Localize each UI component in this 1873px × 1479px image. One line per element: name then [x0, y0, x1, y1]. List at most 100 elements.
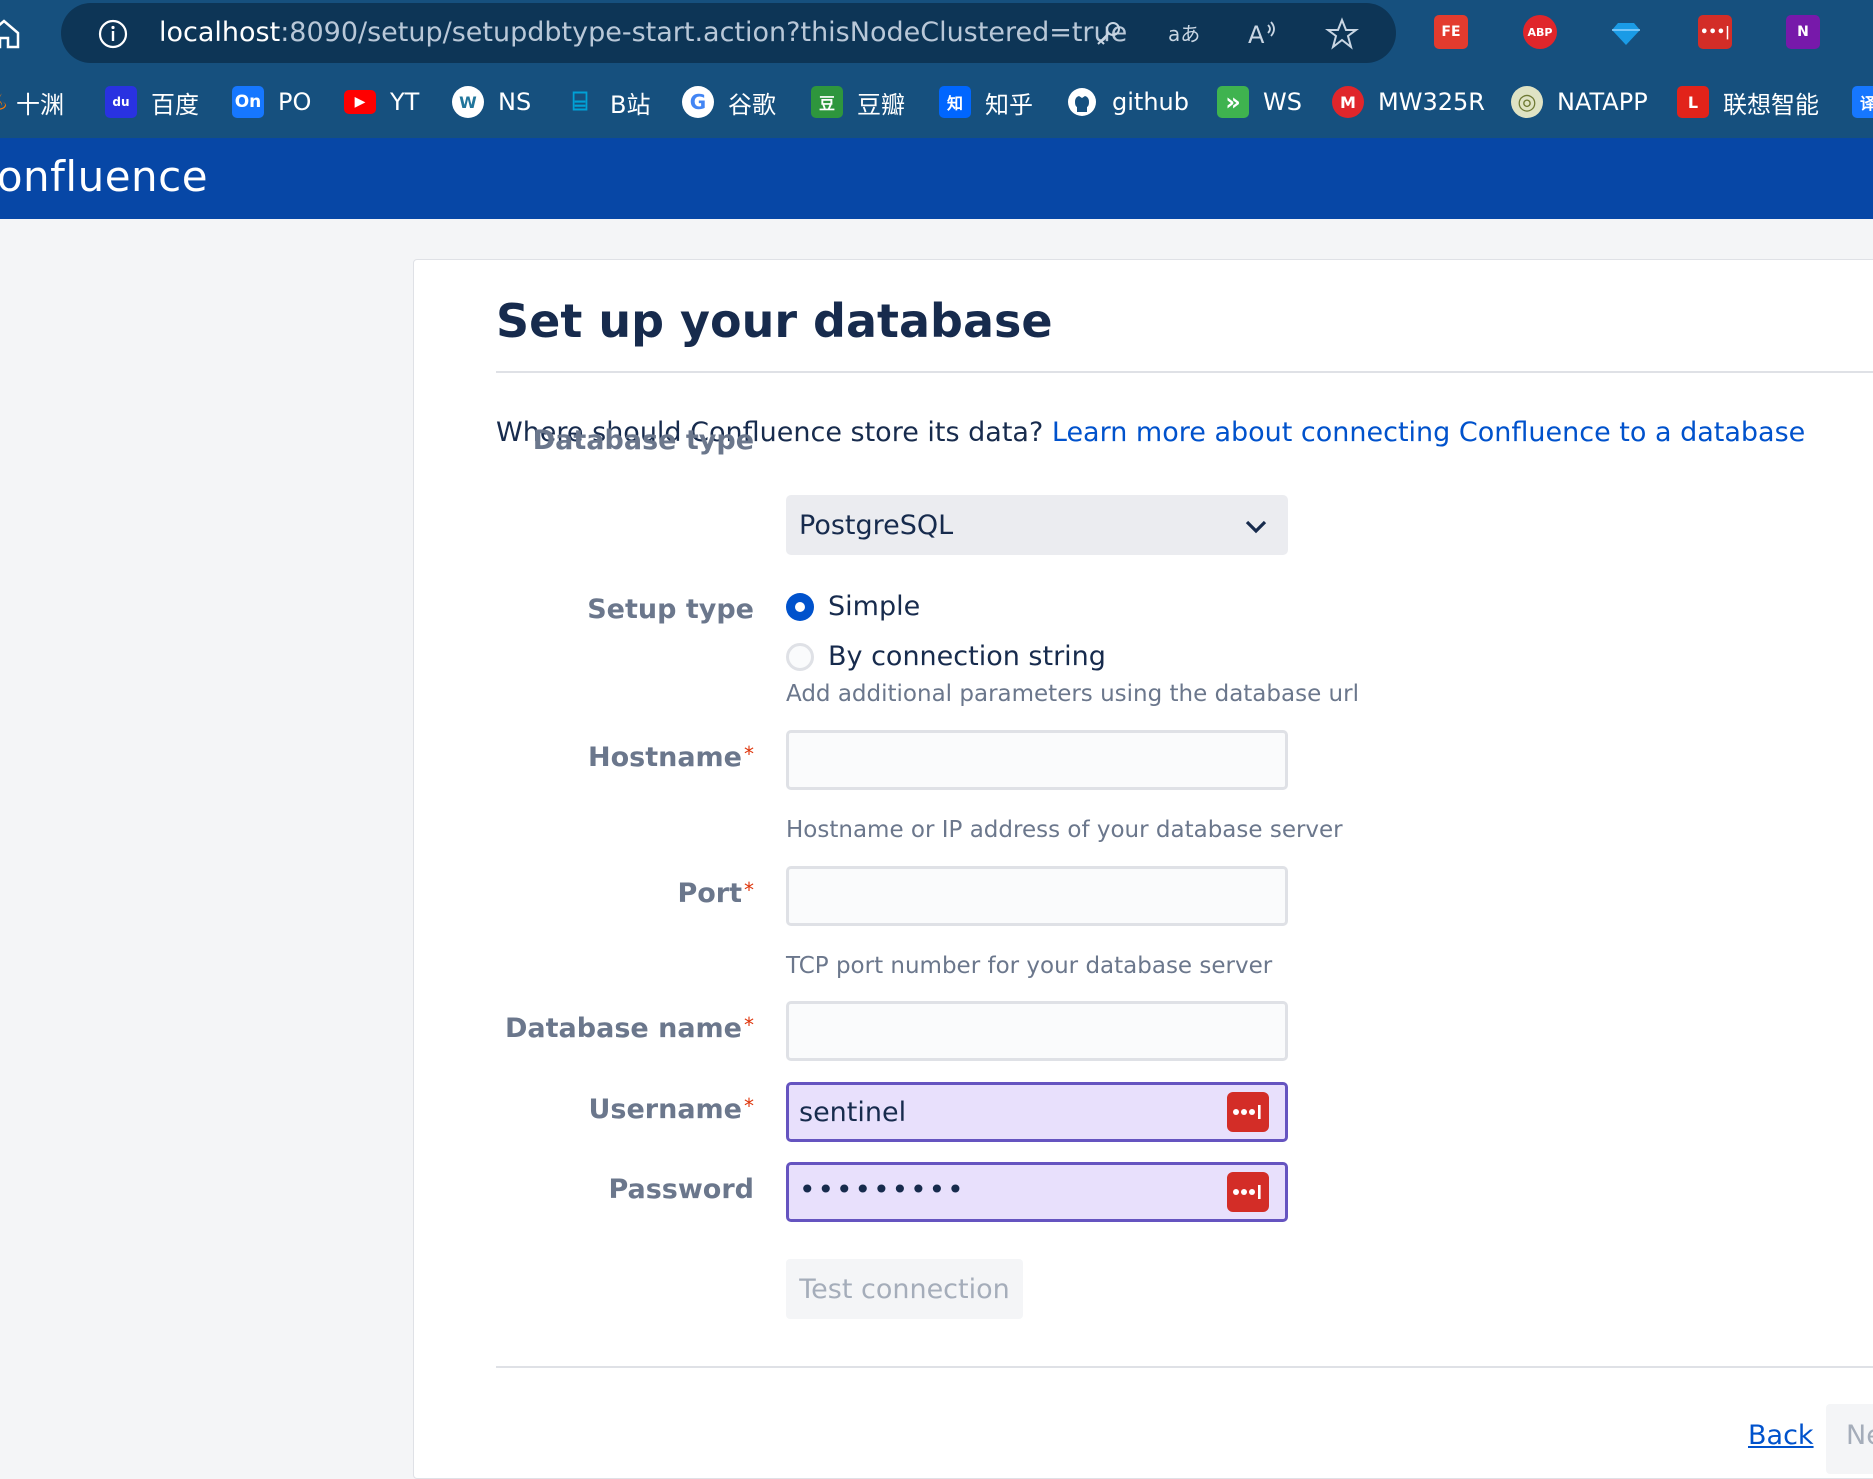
label-text: Port: [677, 878, 742, 909]
radio-label: By connection string: [828, 641, 1106, 672]
test-connection-button[interactable]: Test connection: [786, 1259, 1023, 1319]
lastpass-fill-icon[interactable]: [1227, 1092, 1269, 1132]
lastpass-dots-icon: [1233, 1105, 1261, 1119]
database-type-value: PostgreSQL: [799, 510, 954, 541]
bookmark-label: github: [1112, 88, 1189, 116]
github-icon: [1068, 88, 1096, 116]
url-host: localhost: [159, 17, 281, 48]
database-type-label: Database type: [533, 425, 754, 456]
bookmark-google[interactable]: G 谷歌: [682, 84, 776, 120]
lastpass-icon[interactable]: •••|: [1698, 15, 1732, 49]
radio-checked-icon[interactable]: [786, 592, 814, 621]
bookmark-natapp[interactable]: ◎ NATAPP: [1511, 84, 1648, 120]
radio-simple[interactable]: Simple: [786, 591, 920, 622]
svg-text:A: A: [1248, 21, 1265, 49]
bookmark-label: 知乎: [985, 90, 1033, 119]
bookmark-yt[interactable]: ▶ YT: [344, 84, 419, 120]
divider: [496, 1366, 1873, 1368]
svg-text:aあ: aあ: [1168, 22, 1200, 46]
password-value: •••••••••: [799, 1173, 966, 1206]
setup-type-help: Add additional parameters using the data…: [786, 681, 1359, 707]
radio-label: Simple: [828, 591, 921, 622]
radio-unchecked-icon[interactable]: [786, 642, 814, 671]
label-text: Password: [608, 1174, 754, 1205]
password-input[interactable]: •••••••••: [786, 1162, 1288, 1222]
lenovo-icon: L: [1677, 86, 1709, 118]
setup-card: Set up your database Where should Conflu…: [413, 259, 1873, 1479]
bookmark-label: 豆瓣: [857, 90, 905, 119]
mercury-icon: M: [1332, 86, 1364, 118]
learn-more-link[interactable]: Learn more about connecting Confluence t…: [1052, 417, 1805, 448]
chevron-down-icon: [1245, 520, 1267, 534]
bookmark-shiyuan[interactable]: ♨ 十渊: [0, 84, 64, 120]
hostname-label: Hostname *: [588, 742, 754, 773]
bookmark-github[interactable]: github: [1066, 84, 1189, 120]
label-text: Hostname: [587, 742, 742, 773]
label-text: Database type: [532, 425, 754, 456]
port-input[interactable]: [786, 866, 1288, 926]
url-path: :8090/setup/setupdbtype-start.action?thi…: [280, 17, 1128, 48]
label-text: Database name: [505, 1013, 742, 1044]
home-icon[interactable]: [0, 16, 22, 52]
bookmark-label: WS: [1263, 88, 1302, 116]
divider: [496, 371, 1873, 373]
password-label: Password: [608, 1174, 754, 1205]
on-icon: On: [232, 86, 264, 118]
username-label: Username *: [588, 1094, 754, 1125]
bookmark-zhihu[interactable]: 知 知乎: [939, 84, 1033, 120]
database-type-select[interactable]: PostgreSQL: [786, 495, 1288, 555]
page-title: Set up your database: [496, 294, 1053, 348]
bookmark-ws[interactable]: » WS: [1217, 84, 1302, 120]
bookmark-mw325r[interactable]: M MW325R: [1332, 84, 1485, 120]
gem-icon[interactable]: [1609, 15, 1643, 49]
database-name-label: Database name *: [505, 1013, 754, 1044]
next-button[interactable]: Next: [1826, 1404, 1873, 1474]
radio-connection-string[interactable]: By connection string: [786, 641, 1106, 672]
bookmark-label: 百度: [151, 90, 199, 119]
bookmark-label: 联想智能: [1723, 90, 1819, 119]
bookmark-label: NS: [498, 88, 532, 116]
key-icon[interactable]: [1091, 17, 1125, 51]
bookmark-po[interactable]: On PO: [232, 84, 311, 120]
port-help: TCP port number for your database server: [786, 953, 1273, 979]
bookmark-label: YT: [390, 88, 420, 116]
app-logo-title[interactable]: Confluence: [0, 152, 208, 201]
bookmark-lenovo[interactable]: L 联想智能: [1677, 84, 1819, 120]
natapp-icon: ◎: [1511, 86, 1543, 118]
app-header: Confluence: [0, 138, 1873, 219]
bookmark-baidu[interactable]: du 百度: [105, 84, 199, 120]
address-bar[interactable]: localhost:8090/setup/setupdbtype-start.a…: [61, 3, 1396, 63]
onenote-icon[interactable]: N: [1786, 15, 1820, 49]
hostname-input[interactable]: [786, 730, 1288, 790]
bookmark-label: 十渊: [16, 90, 64, 119]
zhihu-icon: 知: [939, 86, 971, 118]
browser-toolbar: localhost:8090/setup/setupdbtype-start.a…: [0, 0, 1873, 66]
back-link[interactable]: Back: [1748, 1420, 1814, 1451]
bookmark-translate[interactable]: 译: [1852, 84, 1873, 120]
read-aloud-icon[interactable]: A: [1246, 17, 1280, 51]
bookmark-label: MW325R: [1378, 88, 1485, 116]
required-mark: *: [744, 742, 754, 766]
translate-icon: 译: [1852, 86, 1873, 118]
bookmark-douban[interactable]: 豆 豆瓣: [811, 84, 905, 120]
translate-page-icon[interactable]: aあ: [1166, 17, 1200, 51]
required-mark: *: [744, 1013, 754, 1037]
setup-type-label: Setup type: [587, 594, 754, 625]
bookmarks-bar: ♨ 十渊 du 百度 On PO ▶ YT W NS ⌸ B站 G 谷歌 豆 豆…: [0, 66, 1873, 138]
database-name-input[interactable]: [786, 1001, 1288, 1061]
lastpass-dots-icon: [1233, 1185, 1261, 1199]
info-icon[interactable]: [97, 18, 129, 50]
google-icon: G: [682, 86, 714, 118]
username-input[interactable]: sentinel: [786, 1082, 1288, 1142]
baidu-icon: du: [105, 86, 137, 118]
lastpass-fill-icon[interactable]: [1227, 1172, 1269, 1212]
bookmark-ns[interactable]: W NS: [452, 84, 531, 120]
label-text: Setup type: [587, 594, 754, 625]
ws-icon: »: [1217, 86, 1249, 118]
bookmark-bilibili[interactable]: ⌸ B站: [564, 84, 650, 120]
adblock-plus-icon[interactable]: ABP: [1523, 15, 1557, 49]
fe-helper-icon[interactable]: FE: [1434, 15, 1468, 49]
bookmark-label: NATAPP: [1557, 88, 1648, 116]
favorite-star-icon[interactable]: [1325, 17, 1359, 51]
url-text[interactable]: localhost:8090/setup/setupdbtype-start.a…: [159, 15, 1127, 51]
